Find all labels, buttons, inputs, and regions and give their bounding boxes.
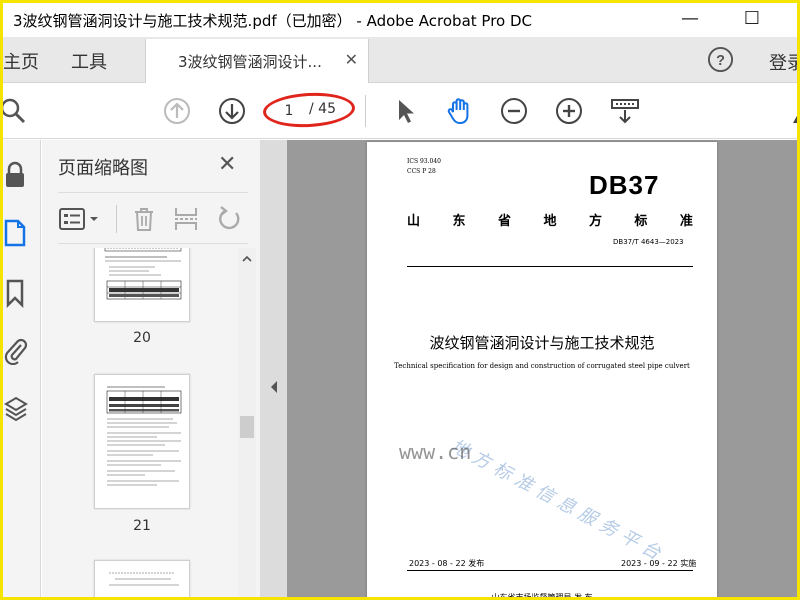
lock-icon[interactable]	[3, 160, 29, 190]
scroll-thumb[interactable]	[240, 416, 254, 438]
panel-collapse-strip[interactable]	[260, 140, 287, 597]
tab-bar: 主页 工具 3波纹钢管涵洞设计... ✕ ? 登录	[3, 37, 797, 83]
thumbnail-page-22[interactable]	[94, 560, 190, 597]
standard-char: 准	[679, 214, 693, 229]
divider	[407, 266, 693, 267]
standard-char: 东	[452, 214, 466, 229]
minimize-icon[interactable]: —	[667, 3, 713, 37]
document-title: 波纹钢管涵洞设计与施工技术规范	[429, 334, 655, 352]
navigation-rail	[3, 140, 41, 597]
thumbnail-page-20[interactable]	[94, 248, 190, 322]
standard-char: 山	[407, 214, 421, 229]
close-panel-icon[interactable]: ✕	[218, 152, 236, 177]
scroll-up-icon[interactable]	[240, 252, 254, 266]
maximize-icon[interactable]: ☐	[729, 3, 775, 37]
share-icon[interactable]	[781, 95, 800, 127]
help-icon[interactable]: ?	[707, 46, 734, 73]
zoom-out-icon[interactable]	[498, 95, 530, 127]
toolbar-divider	[365, 95, 366, 127]
thumbnail-scrollbar[interactable]	[238, 248, 256, 597]
standard-char: 地	[543, 214, 557, 229]
divider	[407, 570, 693, 571]
extract-page-icon[interactable]	[172, 205, 200, 233]
rotate-icon[interactable]	[216, 205, 244, 233]
title-bar: 3波纹钢管涵洞设计与施工技术规范.pdf（已加密） - Adobe Acroba…	[3, 3, 797, 37]
standard-code: DB37/T 4643—2023	[613, 238, 684, 246]
scroll-mode-icon[interactable]	[609, 95, 641, 127]
bookmark-icon[interactable]	[3, 278, 29, 308]
svg-text:?: ?	[716, 53, 725, 69]
tools-divider	[116, 205, 117, 233]
document-watermark: 地方标准信息服务平台	[447, 435, 670, 567]
publisher: 山东省市场监督管理局 发 布	[491, 593, 593, 600]
window-title: 3波纹钢管涵洞设计与施工技术规范.pdf（已加密） - Adobe Acroba…	[13, 12, 533, 30]
layers-icon[interactable]	[3, 394, 29, 424]
thumbnail-label: 21	[133, 518, 151, 534]
thumbnail-page-21[interactable]	[94, 374, 190, 509]
tab-tools[interactable]: 工具	[71, 48, 107, 74]
standard-heading: 山 东 省 地 方 标 准	[407, 210, 693, 229]
toolbar: 1 / 45	[3, 83, 797, 139]
page-thumbnails-icon[interactable]	[3, 218, 29, 248]
thumbnail-toolbar	[58, 192, 248, 244]
search-icon[interactable]	[0, 95, 29, 127]
pdf-page: ICS 93.040 CCS P 28 DB37 山 东 省 地 方 标 准 D…	[367, 142, 717, 600]
implement-date: 2023 - 09 - 22 实施	[621, 559, 697, 568]
tab-home[interactable]: 主页	[3, 48, 39, 74]
site-watermark: www.cn	[399, 440, 472, 464]
issue-date: 2023 - 08 - 22 发布	[409, 559, 485, 568]
thumbnail-list[interactable]: 20 21	[42, 248, 238, 597]
select-arrow-icon[interactable]	[389, 95, 421, 127]
hand-tool-icon[interactable]	[444, 95, 476, 127]
ccs-code: CCS P 28	[407, 168, 436, 175]
app-window: 3波纹钢管涵洞设计与施工技术规范.pdf（已加密） - Adobe Acroba…	[0, 0, 800, 600]
thumbnail-content	[109, 572, 179, 586]
collapse-arrow-icon[interactable]	[269, 380, 279, 394]
prev-page-icon[interactable]	[161, 95, 193, 127]
zoom-in-icon[interactable]	[553, 95, 585, 127]
document-viewport[interactable]: ICS 93.040 CCS P 28 DB37 山 东 省 地 方 标 准 D…	[260, 140, 797, 600]
tab-document-label: 3波纹钢管涵洞设计...	[178, 53, 322, 71]
standard-char: 方	[588, 214, 602, 229]
standard-char: 标	[634, 214, 648, 229]
thumbnail-panel: 页面缩略图 ✕ 20 21	[42, 140, 260, 597]
ics-code: ICS 93.040	[407, 158, 441, 165]
document-subtitle: Technical specification for design and c…	[394, 362, 690, 370]
close-icon[interactable]: ✕	[345, 50, 358, 69]
thumbnail-options-icon[interactable]	[58, 205, 104, 233]
standard-char: 省	[497, 214, 511, 229]
trash-icon[interactable]	[130, 205, 158, 233]
next-page-icon[interactable]	[216, 95, 248, 127]
standard-logo: DB37	[589, 170, 660, 200]
red-annotation-ellipse	[262, 90, 356, 130]
thumbnail-label: 20	[133, 330, 151, 346]
thumbnail-content	[106, 386, 182, 486]
login-link[interactable]: 登录	[769, 49, 797, 75]
tab-document[interactable]: 3波纹钢管涵洞设计... ✕	[145, 39, 369, 83]
attachment-icon[interactable]	[3, 335, 29, 365]
thumbnail-content	[104, 248, 182, 300]
panel-title: 页面缩略图	[58, 158, 148, 179]
